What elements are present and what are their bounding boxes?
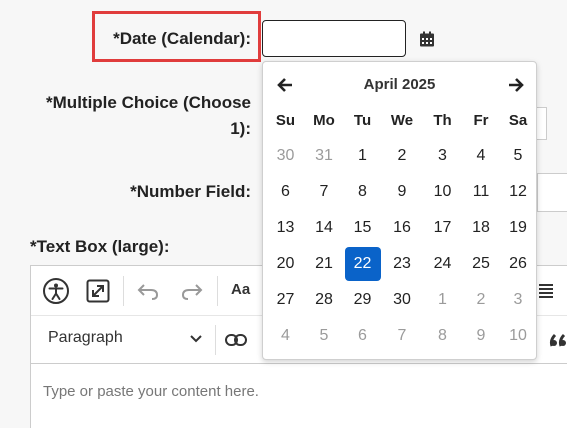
calendar-day[interactable]: 8: [343, 174, 382, 210]
calendar-day[interactable]: 25: [463, 246, 499, 282]
calendar-day[interactable]: 1: [343, 138, 382, 174]
calendar-day[interactable]: 16: [382, 210, 422, 246]
weekday-header: Fr: [473, 111, 489, 129]
calendar-day[interactable]: 7: [305, 174, 343, 210]
calendar-day[interactable]: 21: [305, 246, 343, 282]
number-field-input[interactable]: [537, 173, 567, 212]
calendar-day[interactable]: 4: [463, 138, 499, 174]
calendar-day-other-month[interactable]: 9: [463, 318, 499, 354]
calendar-day[interactable]: 12: [499, 174, 537, 210]
calendar-day-other-month[interactable]: 5: [305, 318, 343, 354]
fullscreen-icon[interactable]: [86, 279, 110, 303]
calendar-day-other-month[interactable]: 4: [266, 318, 305, 354]
multiple-choice-select[interactable]: [537, 107, 547, 140]
toolbar-separator: [123, 276, 124, 306]
calendar-day-other-month[interactable]: 7: [382, 318, 422, 354]
accessibility-icon[interactable]: [42, 277, 70, 305]
number-field-label: *Number Field:: [130, 182, 251, 201]
calendar-day[interactable]: 24: [422, 246, 463, 282]
calendar-day[interactable]: 14: [305, 210, 343, 246]
calendar-day[interactable]: 28: [305, 282, 343, 318]
blockquote-icon[interactable]: [549, 332, 567, 348]
calendar-day-other-month[interactable]: 2: [463, 282, 499, 318]
calendar-day[interactable]: 18: [463, 210, 499, 246]
calendar-day-other-month[interactable]: 3: [499, 282, 537, 318]
calendar-day[interactable]: 15: [343, 210, 382, 246]
calendar-day[interactable]: 17: [422, 210, 463, 246]
calendar-grid: Su Mo Tu We Th Fr Sa 30 31 1 2 3 4 5 6 7 8 9 10 11 12 13 14 15 1…: [266, 102, 537, 354]
calendar-day-other-month[interactable]: 30: [266, 138, 305, 174]
weekday-header: Sa: [508, 111, 528, 129]
weekday-header: Su: [275, 111, 296, 129]
calendar-day[interactable]: 10: [422, 174, 463, 210]
weekday-header: Tu: [353, 111, 372, 129]
calendar-day[interactable]: 6: [266, 174, 305, 210]
calendar-day[interactable]: 23: [382, 246, 422, 282]
toolbar-separator: [217, 276, 218, 306]
calendar-day[interactable]: 3: [422, 138, 463, 174]
undo-icon[interactable]: [137, 281, 159, 301]
toolbar-separator: [215, 325, 216, 355]
calendar-day-selected[interactable]: 22: [343, 246, 382, 282]
multiple-choice-label: *Multiple Choice (Choose: [46, 93, 251, 112]
calendar-day[interactable]: 2: [382, 138, 422, 174]
calendar-day[interactable]: 19: [499, 210, 537, 246]
calendar-day[interactable]: 29: [343, 282, 382, 318]
calendar-day[interactable]: 26: [499, 246, 537, 282]
weekday-header: Mo: [313, 111, 335, 129]
calendar-day[interactable]: 30: [382, 282, 422, 318]
next-month-arrow-icon[interactable]: [507, 76, 525, 94]
paragraph-dropdown[interactable]: Paragraph: [48, 329, 123, 347]
font-size-button[interactable]: Aa: [231, 281, 250, 298]
date-input[interactable]: [262, 20, 406, 57]
multiple-choice-label-cont: 1):: [230, 119, 251, 138]
text-box-label: *Text Box (large):: [30, 237, 170, 256]
list-icon[interactable]: [537, 282, 555, 300]
calendar-day[interactable]: 9: [382, 174, 422, 210]
editor-placeholder[interactable]: Type or paste your content here.: [43, 383, 259, 400]
calendar-day[interactable]: 13: [266, 210, 305, 246]
calendar-day-other-month[interactable]: 31: [305, 138, 343, 174]
chevron-down-icon[interactable]: [189, 334, 203, 344]
calendar-day[interactable]: 27: [266, 282, 305, 318]
date-picker-popup: April 2025 Su Mo Tu We Th Fr Sa 30 31 1 2 3 4 5 6 7 8 9 10…: [262, 61, 537, 360]
calendar-day[interactable]: 5: [499, 138, 537, 174]
link-icon[interactable]: [225, 332, 247, 348]
redo-icon[interactable]: [181, 281, 203, 301]
calendar-day[interactable]: 20: [266, 246, 305, 282]
calendar-day-other-month[interactable]: 8: [422, 318, 463, 354]
calendar-day-other-month[interactable]: 6: [343, 318, 382, 354]
calendar-day-other-month[interactable]: 1: [422, 282, 463, 318]
calendar-month-title: April 2025: [363, 76, 436, 93]
weekday-header: Th: [433, 111, 452, 129]
weekday-header: We: [390, 111, 414, 129]
calendar-day[interactable]: 11: [463, 174, 499, 210]
calendar-day-other-month[interactable]: 10: [499, 318, 537, 354]
calendar-icon[interactable]: [419, 31, 435, 47]
date-calendar-label: *Date (Calendar):: [113, 29, 251, 48]
